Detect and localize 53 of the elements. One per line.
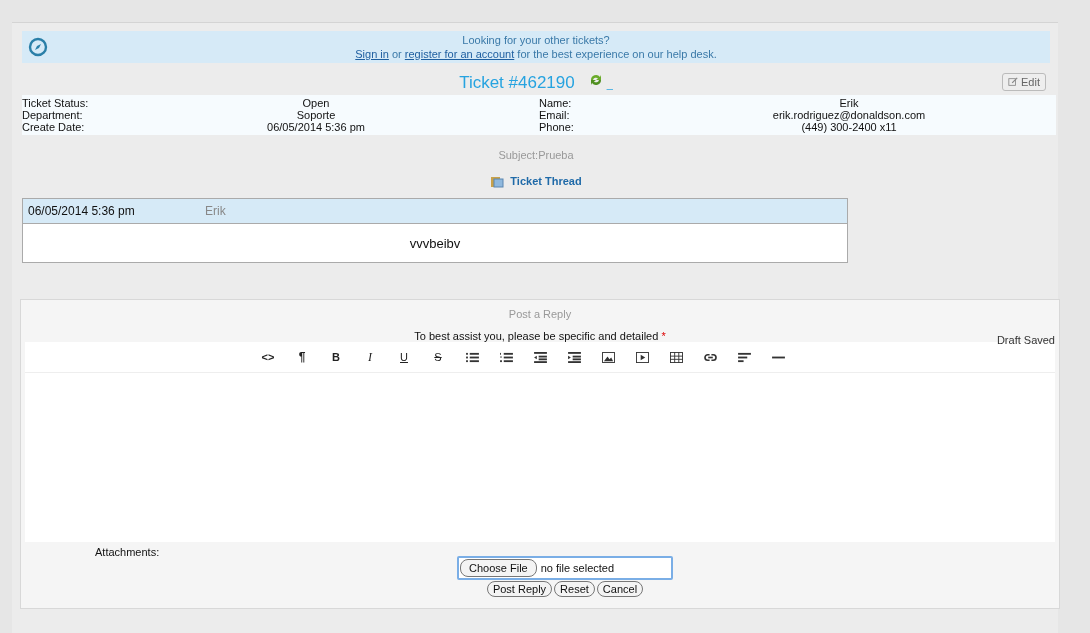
banner-text: for the best experience on our help desk. [517,48,717,60]
field-value: erik.rodriguez@donaldson.com [771,109,927,121]
outdent-icon[interactable] [534,351,547,363]
link-icon[interactable] [704,351,717,363]
numbered-list-icon[interactable] [500,351,513,363]
field-label: Department: [22,109,84,121]
file-input[interactable]: Choose File no file selected [457,556,673,580]
compass-icon [28,37,48,57]
table-icon[interactable] [670,351,683,363]
field-label: Ticket Status: [22,97,90,109]
reply-prompt: To best assist you, please be specific and detailed * [414,330,666,342]
subject-text: Subject:Prueba [497,149,575,161]
edit-button[interactable]: Edit [1002,73,1046,91]
bullet-list-icon[interactable] [466,351,479,363]
entry-message: vvvbeibv [409,235,461,251]
field-label: Create Date: [22,121,86,133]
video-icon[interactable] [636,351,649,363]
format-button[interactable]: ¶ [285,350,319,364]
thread-heading: Ticket Thread [510,175,582,187]
banner-text: Looking for your other tickets? [461,33,611,47]
format-button[interactable]: S [421,351,455,363]
register-link[interactable]: register for an account [404,48,515,60]
form-button[interactable]: Cancel [596,581,644,597]
edit-icon [1008,77,1019,87]
field-label: Phone: [539,121,575,133]
field-value: 06/05/2014 5:36 pm [266,121,366,133]
indent-icon[interactable] [568,351,581,363]
format-button[interactable]: B [319,351,353,363]
choose-file-button[interactable]: Choose File [460,559,537,577]
field-label: Name: [539,97,573,109]
field-value: Soporte [295,109,337,121]
format-button[interactable]: I [353,349,387,365]
form-button[interactable]: Reset [554,581,595,597]
align-icon[interactable] [738,351,751,363]
sign-in-link[interactable]: Sign in [355,48,389,60]
field-label: Email: [539,109,571,121]
underscore-text: _ [606,78,613,90]
field-value: Open [301,97,331,109]
entry-author: Erik [205,204,226,218]
file-status: no file selected [540,562,615,574]
thread-icon [490,174,505,188]
refresh-icon[interactable] [588,73,603,87]
field-value: (449) 300-2400 x11 [800,121,898,133]
field-value: Erik [838,97,860,109]
attachments-label: Attachments: [95,546,160,558]
image-icon[interactable] [602,351,615,363]
entry-date: 06/05/2014 5:36 pm [28,204,136,218]
banner-text: or [392,48,402,60]
format-button[interactable]: <> [251,351,285,363]
format-button[interactable]: U [387,351,421,363]
reply-heading: Post a Reply [507,308,573,320]
ticket-title: Ticket #462190 [459,73,575,92]
form-button[interactable]: Post Reply [486,581,553,597]
